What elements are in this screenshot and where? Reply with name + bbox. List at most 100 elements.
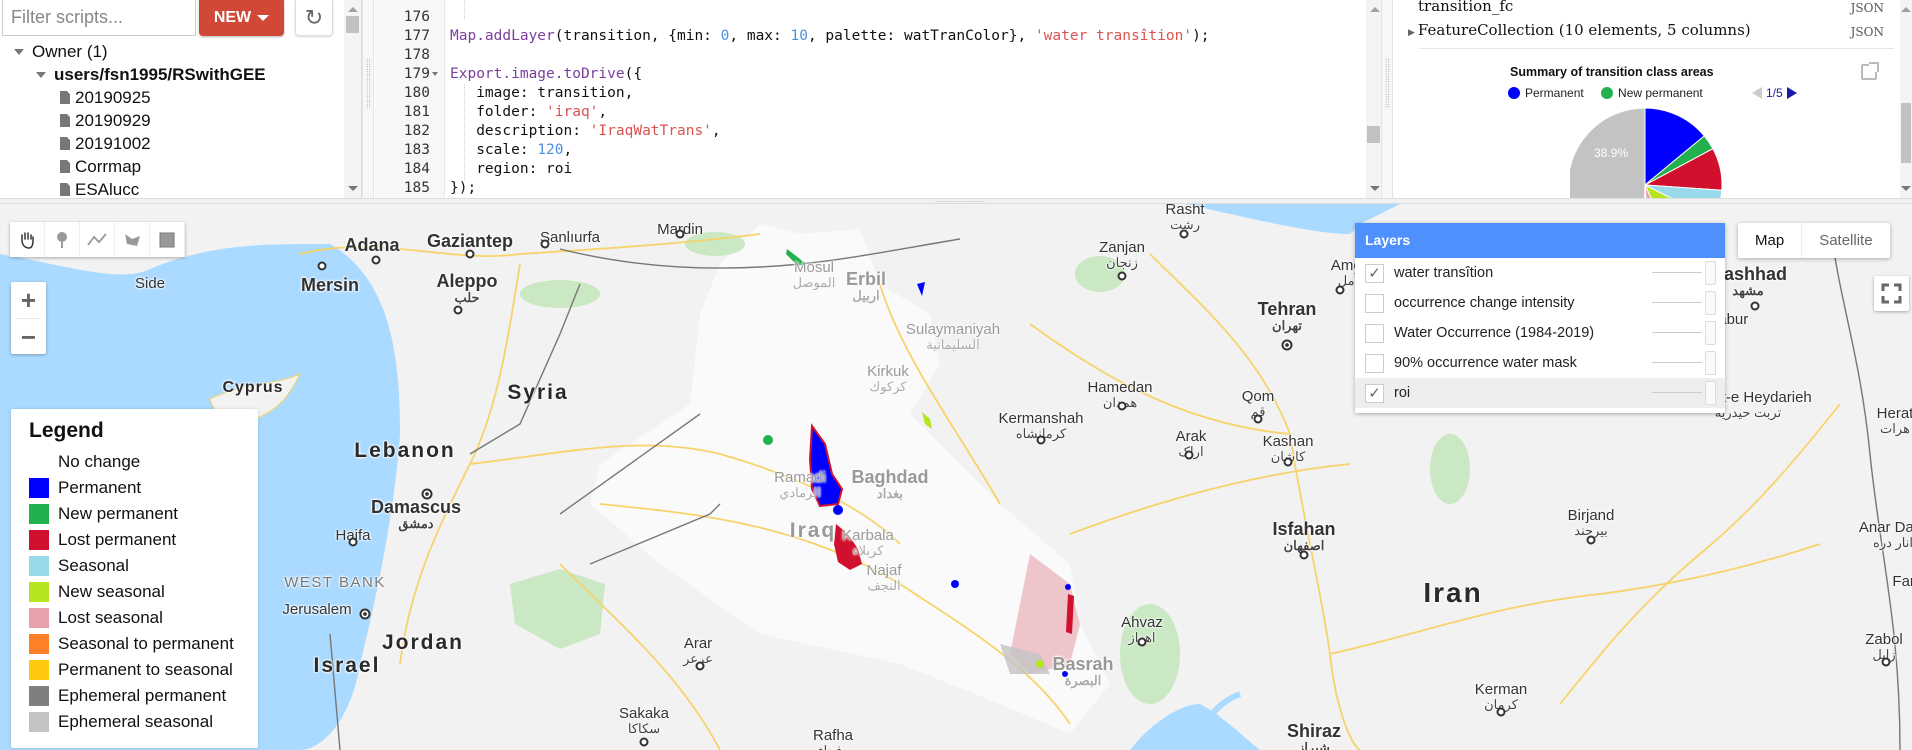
line-number: 179	[403, 66, 430, 82]
polygon-tool[interactable]	[115, 222, 150, 257]
city-name: Najaf	[866, 562, 902, 579]
tree-file[interactable]: 20190925	[0, 86, 340, 109]
layer-label[interactable]: occurrence change intensity	[1394, 295, 1575, 311]
scroll-thumb[interactable]	[346, 16, 359, 33]
city-label: Herat هرات	[1877, 406, 1912, 435]
city-name: Isfahan	[1272, 519, 1336, 539]
console-scrollbar[interactable]	[1900, 0, 1912, 198]
opacity-slider-thumb[interactable]	[1705, 321, 1716, 345]
city-label: Isfahan اصفهان	[1272, 520, 1335, 553]
opacity-slider-thumb[interactable]	[1705, 381, 1716, 405]
pan-tool[interactable]	[10, 222, 45, 257]
layer-label[interactable]: 90% occurrence water mask	[1394, 355, 1577, 371]
line-number: 185	[403, 180, 430, 196]
editor-scrollbar[interactable]	[1366, 0, 1381, 198]
scroll-up-icon[interactable]	[1901, 7, 1911, 12]
json-button[interactable]: JSON	[1851, 1, 1884, 15]
scroll-down-icon[interactable]	[1901, 186, 1911, 191]
layers-title[interactable]: Layers	[1355, 223, 1725, 258]
feature-collection-row[interactable]: ▶ FeatureCollection (10 elements, 5 colum…	[1408, 21, 1751, 39]
new-button[interactable]: NEW	[199, 0, 284, 36]
city-name-arabic: دمشق	[398, 515, 434, 531]
scroll-thumb[interactable]	[1901, 103, 1911, 163]
tree-repo[interactable]: users/fsn1995/RSwithGEE	[0, 63, 340, 86]
opacity-slider-track[interactable]	[1652, 362, 1702, 363]
layer-label[interactable]: water transîtion	[1394, 265, 1493, 281]
code-editor[interactable]: 176 177 Map.addLayer(transition, {min: 0, …	[375, 0, 1381, 198]
code-line[interactable]: 183 scale: 120,	[375, 141, 1375, 160]
file-icon	[60, 91, 70, 104]
prev-page-icon[interactable]	[1752, 87, 1762, 99]
opacity-slider-track[interactable]	[1652, 332, 1702, 333]
code-line[interactable]: 179 Export.image.toDrive({	[375, 65, 1375, 84]
code-line[interactable]: 180 image: transition,	[375, 84, 1375, 103]
fullscreen-button[interactable]	[1874, 276, 1909, 311]
map-type-satellite-button[interactable]: Satellite	[1802, 223, 1889, 258]
code-line[interactable]: 182 description: 'IraqWatTrans',	[375, 122, 1375, 141]
panel-splitter[interactable]	[1381, 0, 1393, 198]
console-divider	[1419, 48, 1894, 49]
city-name-arabic: هرات	[1880, 420, 1910, 436]
scroll-down-icon[interactable]	[1370, 186, 1380, 191]
tree-file[interactable]: Corrmap	[0, 155, 340, 178]
layer-rows: ✓ water transîtion occurrence change inten…	[1355, 258, 1725, 408]
opacity-slider-track[interactable]	[1652, 272, 1702, 273]
layer-label[interactable]: Water Occurrence (1984-2019)	[1394, 325, 1594, 341]
scroll-down-icon[interactable]	[348, 186, 358, 191]
scripts-scrollbar[interactable]	[344, 0, 361, 198]
tree-owner-group[interactable]: Owner (1)	[0, 40, 340, 63]
code-line[interactable]: 177 Map.addLayer(transition, {min: 0, max…	[375, 27, 1375, 46]
layer-visibility-checkbox[interactable]	[1365, 353, 1384, 373]
layer-visibility-checkbox[interactable]: ✓	[1365, 263, 1384, 283]
opacity-slider-track[interactable]	[1652, 302, 1702, 303]
refresh-button[interactable]: ↻	[295, 0, 333, 36]
opacity-slider-thumb[interactable]	[1705, 261, 1716, 285]
city-label: Gaziantep	[427, 232, 513, 251]
code-line[interactable]: 181 folder: 'iraq',	[375, 103, 1375, 122]
dukan-permanent	[917, 282, 925, 296]
line-tool[interactable]	[80, 222, 115, 257]
opacity-slider-thumb[interactable]	[1705, 351, 1716, 375]
rectangle-tool[interactable]	[150, 222, 185, 257]
point-tool[interactable]	[45, 222, 80, 257]
code-line[interactable]: 178	[375, 46, 1375, 65]
city-name: Arar	[683, 635, 713, 652]
zoom-in-button[interactable]: +	[11, 282, 46, 318]
layer-label[interactable]: roi	[1394, 385, 1410, 401]
popout-icon[interactable]	[1861, 62, 1879, 80]
layer-visibility-checkbox[interactable]: ✓	[1365, 383, 1384, 403]
opacity-slider-thumb[interactable]	[1705, 291, 1716, 315]
code-line[interactable]: 184 region: roi	[375, 160, 1375, 179]
code-line[interactable]: 185});	[375, 179, 1375, 198]
map-canvas[interactable]: AdanaMersinGaziantepŞanlıurfaMardinAlepp…	[0, 204, 1912, 750]
code-line[interactable]: 176	[375, 8, 1375, 27]
map-legend: Legend No change Permanent New permanent Lo…	[11, 409, 258, 748]
city-name: Basrah	[1052, 654, 1114, 674]
haditha-new-permanent	[763, 435, 773, 445]
filter-scripts-input[interactable]	[2, 0, 196, 36]
opacity-slider-track[interactable]	[1652, 392, 1702, 393]
scroll-thumb[interactable]	[1367, 126, 1380, 143]
country-label: Syria	[507, 381, 569, 404]
next-page-icon[interactable]	[1786, 87, 1797, 99]
json-button[interactable]: JSON	[1851, 25, 1884, 39]
code-token: folder:	[450, 104, 547, 120]
layer-visibility-checkbox[interactable]	[1365, 323, 1384, 343]
feature-collection-summary: FeatureCollection (10 elements, 5 column…	[1417, 21, 1751, 39]
zoom-out-button[interactable]: −	[11, 319, 46, 355]
tree-file[interactable]: 20191002	[0, 132, 340, 155]
code-token: 'water transîtion'	[1034, 28, 1193, 44]
scroll-up-icon[interactable]	[348, 7, 358, 12]
checkmark-icon: ✓	[1368, 265, 1381, 282]
scroll-up-icon[interactable]	[1370, 7, 1380, 12]
panel-splitter[interactable]	[362, 0, 374, 198]
fold-arrow-icon[interactable]	[432, 72, 438, 76]
legend-swatch	[29, 452, 49, 472]
tree-file[interactable]: 20190929	[0, 109, 340, 132]
city-marker-icon	[639, 737, 649, 747]
city-marker-icon	[695, 661, 705, 671]
map-type-map-button[interactable]: Map	[1738, 223, 1803, 258]
layer-visibility-checkbox[interactable]	[1365, 293, 1384, 313]
country-label: Lebanon	[354, 439, 456, 462]
city-marker-icon	[1335, 285, 1345, 295]
